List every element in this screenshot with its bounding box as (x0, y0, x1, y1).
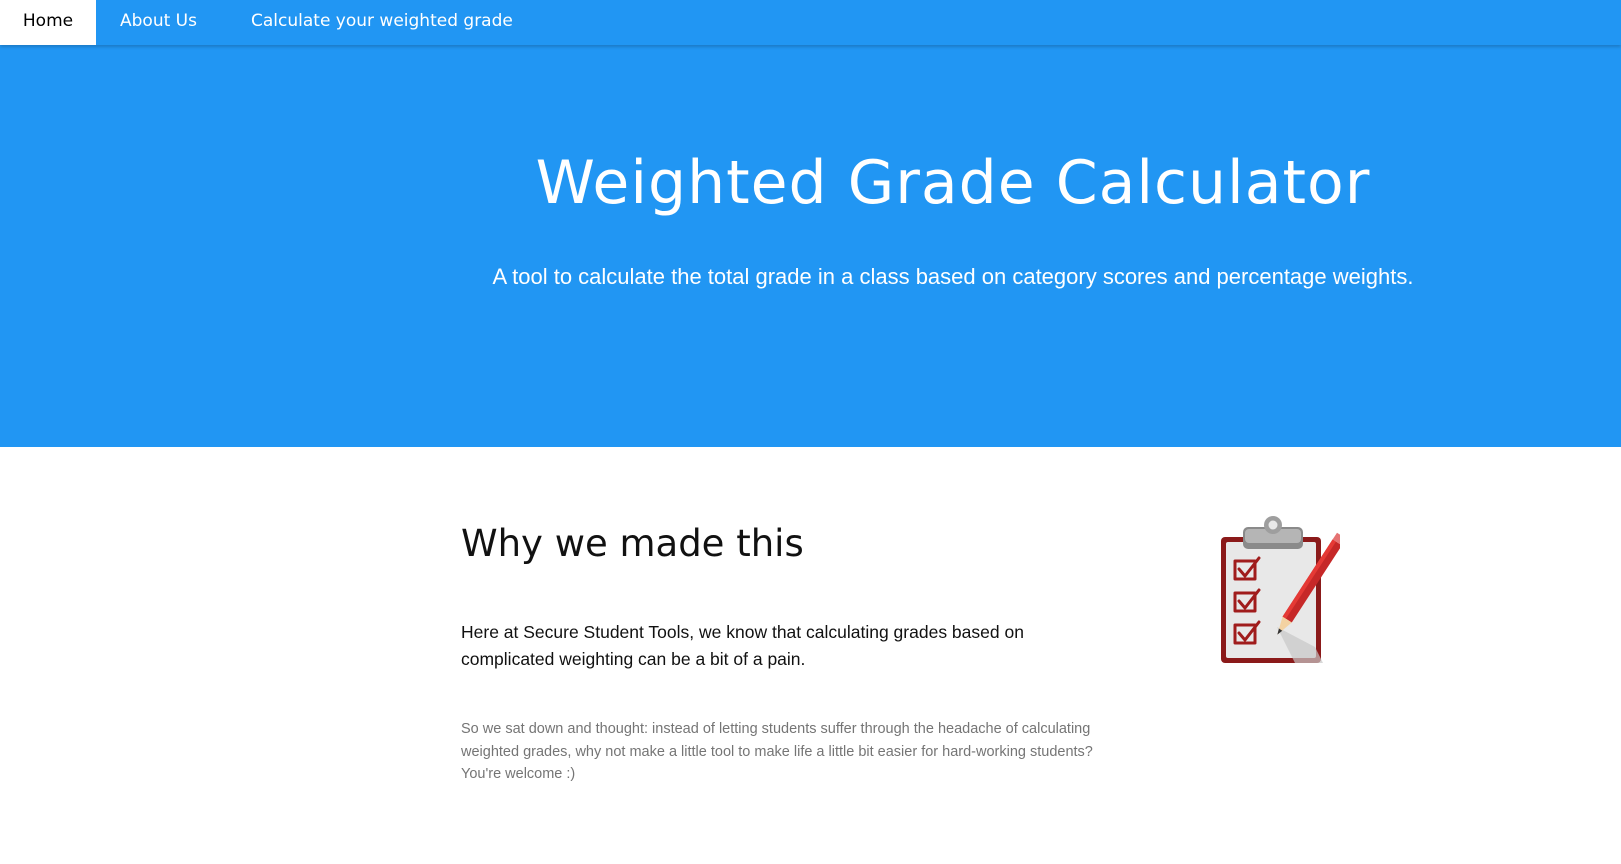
nav-about-us-link[interactable]: About Us (120, 0, 197, 45)
hero-title: Weighted Grade Calculator (535, 148, 1371, 218)
top-navbar: Home About Us Calculate your weighted gr… (0, 0, 1621, 45)
hero-banner: Weighted Grade Calculator A tool to calc… (0, 0, 1621, 447)
clipboard-checklist-icon (1221, 516, 1340, 663)
nav-calculate-grade-link[interactable]: Calculate your weighted grade (251, 0, 513, 45)
lead-paragraph: Here at Secure Student Tools, we know th… (461, 622, 1024, 669)
hero-subtitle: A tool to calculate the total grade in a… (492, 264, 1414, 289)
section-heading: Why we made this (461, 522, 804, 565)
body-paragraph: So we sat down and thought: instead of l… (461, 721, 1093, 782)
nav-home-link[interactable]: Home (0, 0, 96, 45)
